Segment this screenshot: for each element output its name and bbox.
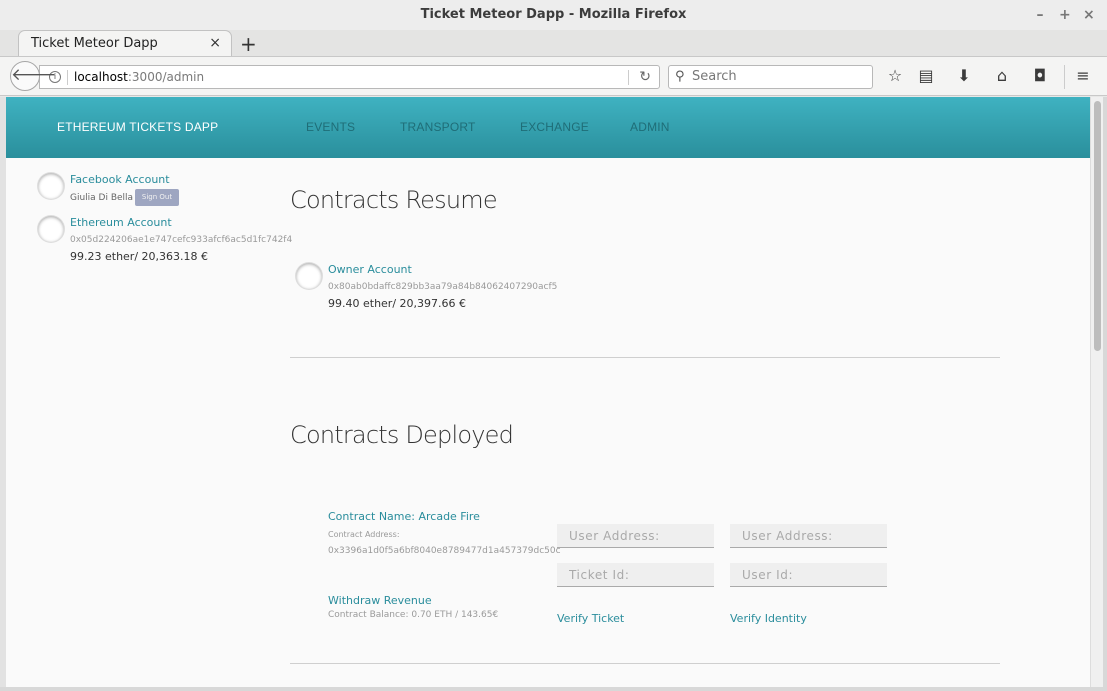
verify-ticket-user-address-input[interactable] <box>557 524 714 548</box>
page-viewport: ETHEREUM TICKETS DAPP EVENTS TRANSPORT E… <box>6 97 1090 687</box>
nav-exchange[interactable]: EXCHANGE <box>520 120 589 134</box>
app-brand[interactable]: ETHEREUM TICKETS DAPP <box>57 120 218 134</box>
nav-admin[interactable]: ADMIN <box>630 120 670 134</box>
user-name: Giulia Di Bella <box>70 193 134 203</box>
nav-events[interactable]: EVENTS <box>306 120 355 134</box>
scrollbar[interactable] <box>1090 97 1103 687</box>
back-arrow-icon: 🡐 <box>11 65 57 85</box>
verify-identity-link[interactable]: Verify Identity <box>730 612 807 625</box>
ethereum-balance: 99.23 ether/ 20,363.18 € <box>70 250 209 263</box>
nav-transport[interactable]: TRANSPORT <box>400 120 476 134</box>
bookmark-star-icon[interactable]: ☆ <box>885 66 905 85</box>
reload-icon[interactable]: ↻ <box>639 66 651 88</box>
search-icon: ⚲ <box>675 69 685 84</box>
hamburger-menu-icon[interactable]: ≡ <box>1073 66 1093 85</box>
window-titlebar: Ticket Meteor Dapp - Mozilla Firefox – +… <box>0 0 1107 30</box>
maximize-icon[interactable]: + <box>1059 0 1071 30</box>
sign-out-button[interactable]: Sign Out <box>135 189 179 206</box>
bookmarks-menu-icon[interactable]: ▤ <box>916 66 936 85</box>
url-text: localhost:3000/admin <box>74 70 205 84</box>
contract-balance: Contract Balance: 0.70 ETH / 143.65€ <box>328 610 499 620</box>
owner-balance: 99.40 ether/ 20,397.66 € <box>328 297 467 310</box>
contract-name: Contract Name: Arcade Fire <box>328 510 480 523</box>
contract-address-label: Contract Address: <box>328 530 400 539</box>
pocket-icon[interactable]: ◘ <box>1030 66 1050 85</box>
new-tab-icon[interactable]: + <box>240 32 257 56</box>
owner-address: 0x80ab0bdaffc829bb3aa79a84b84062407290ac… <box>328 282 558 292</box>
tab-bar: Ticket Meteor Dapp × + <box>0 30 1107 57</box>
owner-avatar <box>296 263 322 289</box>
downloads-icon[interactable]: ⬇ <box>954 66 974 85</box>
search-input[interactable]: ⚲ Search <box>668 65 873 89</box>
user-id-input[interactable] <box>730 563 887 587</box>
ethereum-address: 0x05d224206ae1e747cefc933afcf6ac5d1fc742… <box>70 235 293 245</box>
facebook-avatar <box>38 173 64 199</box>
verify-identity-user-address-input[interactable] <box>730 524 887 548</box>
ticket-id-input[interactable] <box>557 563 714 587</box>
back-button[interactable]: 🡐 <box>10 61 57 91</box>
minimize-icon[interactable]: – <box>1035 0 1045 30</box>
contract-address: 0x3396a1d0f5a6bf8040e8789477d1a457379dc5… <box>328 546 561 556</box>
close-tab-icon[interactable]: × <box>209 35 221 51</box>
ethereum-avatar <box>38 216 64 242</box>
scrollbar-thumb[interactable] <box>1094 101 1101 351</box>
window-controls: – + × <box>1035 0 1095 30</box>
section-divider <box>290 357 1000 358</box>
facebook-account-link[interactable]: Facebook Account <box>70 173 170 186</box>
withdraw-revenue-link[interactable]: Withdraw Revenue <box>328 594 432 607</box>
browser-tab[interactable]: Ticket Meteor Dapp × <box>18 30 232 57</box>
close-window-icon[interactable]: × <box>1083 0 1095 30</box>
ethereum-account-link[interactable]: Ethereum Account <box>70 216 172 229</box>
browser-toolbar: i localhost:3000/admin ↻ 🡐 ⚲ Search ☆ ▤ … <box>0 56 1107 96</box>
section-divider-bottom <box>290 663 1000 664</box>
app-navbar: ETHEREUM TICKETS DAPP EVENTS TRANSPORT E… <box>6 97 1090 158</box>
window-title: Ticket Meteor Dapp - Mozilla Firefox <box>420 7 687 22</box>
verify-ticket-link[interactable]: Verify Ticket <box>557 612 624 625</box>
contracts-resume-title: Contracts Resume <box>290 186 498 214</box>
tab-title: Ticket Meteor Dapp <box>31 36 158 51</box>
owner-account-link[interactable]: Owner Account <box>328 263 412 276</box>
contracts-deployed-title: Contracts Deployed <box>290 421 514 449</box>
url-bar[interactable]: i localhost:3000/admin ↻ <box>39 65 660 89</box>
home-icon[interactable]: ⌂ <box>992 66 1012 85</box>
